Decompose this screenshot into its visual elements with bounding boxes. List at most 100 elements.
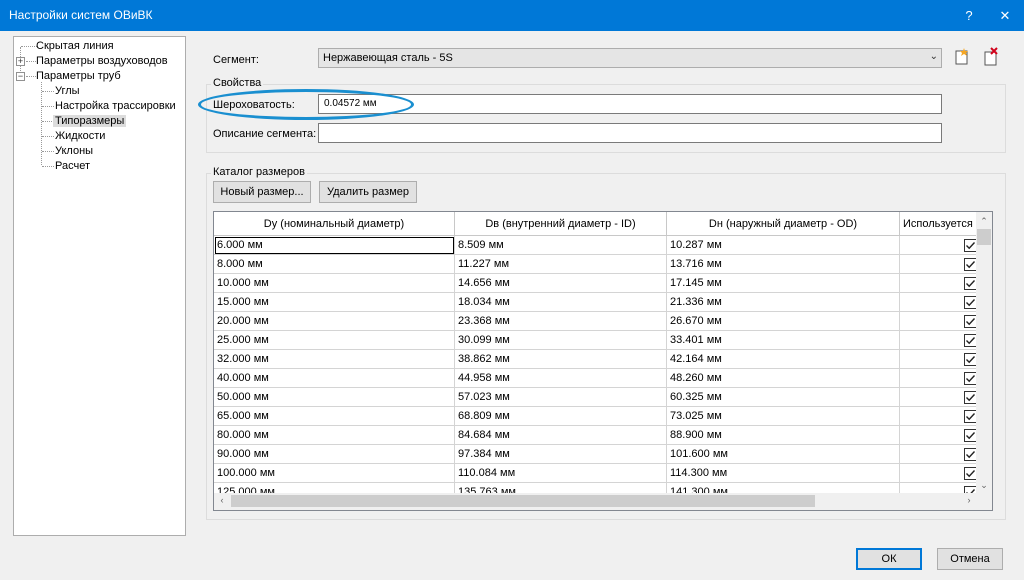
table-row[interactable]: 40.000 мм 44.958 мм 48.260 мм xyxy=(214,369,979,388)
hscroll-thumb[interactable] xyxy=(231,495,815,507)
ok-button[interactable]: ОК xyxy=(856,548,922,570)
tree-item-sizes[interactable]: Типоразмеры xyxy=(53,114,127,129)
settings-dialog: Настройки систем ОВиВК ? ✕ + − Скрытая л… xyxy=(0,0,1024,580)
table-row[interactable]: 25.000 мм 30.099 мм 33.401 мм xyxy=(214,331,979,350)
cell-nominal[interactable]: 50.000 мм xyxy=(214,388,455,407)
delete-segment-icon[interactable] xyxy=(980,46,1002,68)
cell-inner[interactable]: 11.227 мм xyxy=(455,255,667,274)
cell-outer[interactable]: 60.325 мм xyxy=(667,388,900,407)
tree-item-angles[interactable]: Углы xyxy=(53,84,82,99)
table-row[interactable]: 15.000 мм 18.034 мм 21.336 мм xyxy=(214,293,979,312)
cell-inner[interactable]: 8.509 мм xyxy=(455,236,667,255)
settings-tree[interactable]: + − Скрытая линия Параметры воздуховодов… xyxy=(13,36,186,536)
cell-outer[interactable]: 26.670 мм xyxy=(667,312,900,331)
title-bar: Настройки систем ОВиВК ? ✕ xyxy=(0,0,1024,31)
cell-inner[interactable]: 23.368 мм xyxy=(455,312,667,331)
table-row[interactable]: 32.000 мм 38.862 мм 42.164 мм xyxy=(214,350,979,369)
delete-size-button[interactable]: Удалить размер xyxy=(319,181,417,203)
horizontal-scrollbar[interactable]: ‹ › xyxy=(214,493,992,510)
cell-outer[interactable]: 42.164 мм xyxy=(667,350,900,369)
tree-item-routing[interactable]: Настройка трассировки xyxy=(53,99,178,114)
cell-used xyxy=(900,236,979,255)
scroll-right-icon[interactable]: › xyxy=(964,495,974,505)
cell-used xyxy=(900,369,979,388)
close-button[interactable]: ✕ xyxy=(988,2,1022,29)
segment-dropdown[interactable]: Нержавеющая сталь - 5S ⌄ xyxy=(318,48,942,68)
column-header-used[interactable]: Используется xyxy=(900,212,979,236)
cell-inner[interactable]: 57.023 мм xyxy=(455,388,667,407)
highlight-ellipse xyxy=(198,89,414,120)
column-header-outer[interactable]: Dн (наружный диаметр - OD) xyxy=(667,212,900,236)
cell-inner[interactable]: 97.384 мм xyxy=(455,445,667,464)
cell-outer[interactable]: 48.260 мм xyxy=(667,369,900,388)
cell-outer[interactable]: 21.336 мм xyxy=(667,293,900,312)
chevron-down-icon: ⌄ xyxy=(929,51,938,62)
cell-used xyxy=(900,464,979,483)
table-row[interactable]: 80.000 мм 84.684 мм 88.900 мм xyxy=(214,426,979,445)
tree-item-hidden-line[interactable]: Скрытая линия xyxy=(34,39,116,54)
table-header: Dу (номинальный диаметр) Dв (внутренний … xyxy=(214,212,992,236)
tree-item-calculation[interactable]: Расчет xyxy=(53,159,92,174)
column-header-inner[interactable]: Dв (внутренний диаметр - ID) xyxy=(455,212,667,236)
table-row[interactable]: 20.000 мм 23.368 мм 26.670 мм xyxy=(214,312,979,331)
cell-inner[interactable]: 30.099 мм xyxy=(455,331,667,350)
cell-outer[interactable]: 88.900 мм xyxy=(667,426,900,445)
cell-outer[interactable]: 33.401 мм xyxy=(667,331,900,350)
table-row[interactable]: 65.000 мм 68.809 мм 73.025 мм xyxy=(214,407,979,426)
size-catalog-table[interactable]: Dу (номинальный диаметр) Dв (внутренний … xyxy=(213,211,993,511)
cell-inner[interactable]: 68.809 мм xyxy=(455,407,667,426)
cell-nominal[interactable]: 6.000 мм xyxy=(214,236,455,255)
cell-used xyxy=(900,426,979,445)
table-row[interactable]: 10.000 мм 14.656 мм 17.145 мм xyxy=(214,274,979,293)
cell-nominal[interactable]: 40.000 мм xyxy=(214,369,455,388)
cell-nominal[interactable]: 15.000 мм xyxy=(214,293,455,312)
cell-outer[interactable]: 10.287 мм xyxy=(667,236,900,255)
cell-used xyxy=(900,293,979,312)
new-segment-icon[interactable] xyxy=(951,46,973,68)
cell-used xyxy=(900,407,979,426)
tree-item-duct-settings[interactable]: Параметры воздуховодов xyxy=(34,54,170,69)
cell-outer[interactable]: 17.145 мм xyxy=(667,274,900,293)
cell-nominal[interactable]: 32.000 мм xyxy=(214,350,455,369)
expand-icon[interactable]: + xyxy=(16,57,25,66)
table-row[interactable]: 8.000 мм 11.227 мм 13.716 мм xyxy=(214,255,979,274)
cell-nominal[interactable]: 100.000 мм xyxy=(214,464,455,483)
cell-nominal[interactable]: 20.000 мм xyxy=(214,312,455,331)
scroll-left-icon[interactable]: ‹ xyxy=(217,495,227,505)
tree-item-pipe-settings[interactable]: Параметры труб xyxy=(34,69,123,84)
cell-inner[interactable]: 14.656 мм xyxy=(455,274,667,293)
scroll-up-icon[interactable]: ⌃ xyxy=(976,216,992,227)
tree-item-fluids[interactable]: Жидкости xyxy=(53,129,107,144)
table-row[interactable]: 100.000 мм 110.084 мм 114.300 мм xyxy=(214,464,979,483)
cell-outer[interactable]: 101.600 мм xyxy=(667,445,900,464)
help-button[interactable]: ? xyxy=(952,2,986,29)
table-row[interactable]: 50.000 мм 57.023 мм 60.325 мм xyxy=(214,388,979,407)
cell-nominal[interactable]: 90.000 мм xyxy=(214,445,455,464)
table-row[interactable]: 90.000 мм 97.384 мм 101.600 мм xyxy=(214,445,979,464)
catalog-group-title: Каталог размеров xyxy=(211,166,307,178)
cell-inner[interactable]: 18.034 мм xyxy=(455,293,667,312)
cell-outer[interactable]: 114.300 мм xyxy=(667,464,900,483)
cell-nominal[interactable]: 8.000 мм xyxy=(214,255,455,274)
collapse-icon[interactable]: − xyxy=(16,72,25,81)
scroll-down-icon[interactable]: ⌄ xyxy=(976,480,992,491)
cell-nominal[interactable]: 65.000 мм xyxy=(214,407,455,426)
scroll-thumb[interactable] xyxy=(977,229,991,245)
cell-inner[interactable]: 84.684 мм xyxy=(455,426,667,445)
new-size-button[interactable]: Новый размер... xyxy=(213,181,311,203)
description-field[interactable] xyxy=(318,123,942,143)
cell-inner[interactable]: 38.862 мм xyxy=(455,350,667,369)
table-row[interactable]: 6.000 мм 8.509 мм 10.287 мм xyxy=(214,236,979,255)
cell-nominal[interactable]: 80.000 мм xyxy=(214,426,455,445)
vertical-scrollbar[interactable]: ⌃ ⌄ xyxy=(976,212,992,494)
cell-used xyxy=(900,445,979,464)
cell-inner[interactable]: 44.958 мм xyxy=(455,369,667,388)
cell-nominal[interactable]: 25.000 мм xyxy=(214,331,455,350)
tree-item-slopes[interactable]: Уклоны xyxy=(53,144,95,159)
cell-inner[interactable]: 110.084 мм xyxy=(455,464,667,483)
cell-nominal[interactable]: 10.000 мм xyxy=(214,274,455,293)
column-header-nominal[interactable]: Dу (номинальный диаметр) xyxy=(214,212,455,236)
cell-outer[interactable]: 73.025 мм xyxy=(667,407,900,426)
cell-outer[interactable]: 13.716 мм xyxy=(667,255,900,274)
cancel-button[interactable]: Отмена xyxy=(937,548,1003,570)
